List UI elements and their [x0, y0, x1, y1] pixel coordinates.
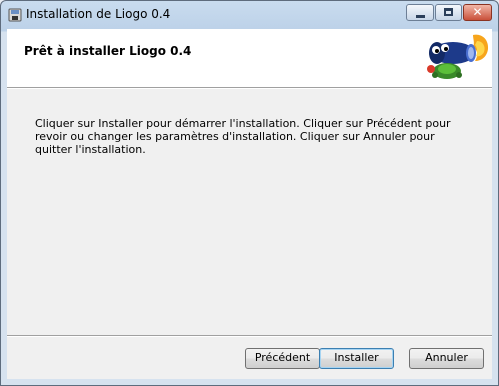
installer-client-area: Prêt à installer Liogo 0.4 Cliquer sur I… — [7, 29, 492, 379]
install-button[interactable]: Installer — [319, 348, 394, 369]
header-banner: Prêt à installer Liogo 0.4 — [7, 29, 492, 87]
button-area-separator — [7, 335, 492, 337]
maximize-icon — [444, 8, 453, 16]
maximize-button[interactable] — [435, 4, 462, 21]
instructions-text: Cliquer sur Installer pour démarrer l'in… — [35, 117, 451, 156]
minimize-button[interactable] — [406, 4, 434, 21]
title-bar[interactable]: Installation de Liogo 0.4 ✕ — [1, 1, 498, 29]
installer-app-icon — [8, 8, 22, 22]
banner-separator — [7, 87, 492, 89]
liogo-logo-icon — [427, 34, 489, 79]
minimize-icon — [416, 15, 425, 18]
close-button[interactable]: ✕ — [463, 4, 492, 21]
page-title: Prêt à installer Liogo 0.4 — [24, 44, 192, 58]
back-button[interactable]: Précédent — [245, 348, 320, 369]
window-title: Installation de Liogo 0.4 — [26, 7, 171, 21]
cancel-button[interactable]: Annuler — [409, 348, 484, 369]
installer-window: Installation de Liogo 0.4 ✕ Prêt à insta… — [0, 0, 499, 386]
close-icon: ✕ — [472, 5, 483, 19]
